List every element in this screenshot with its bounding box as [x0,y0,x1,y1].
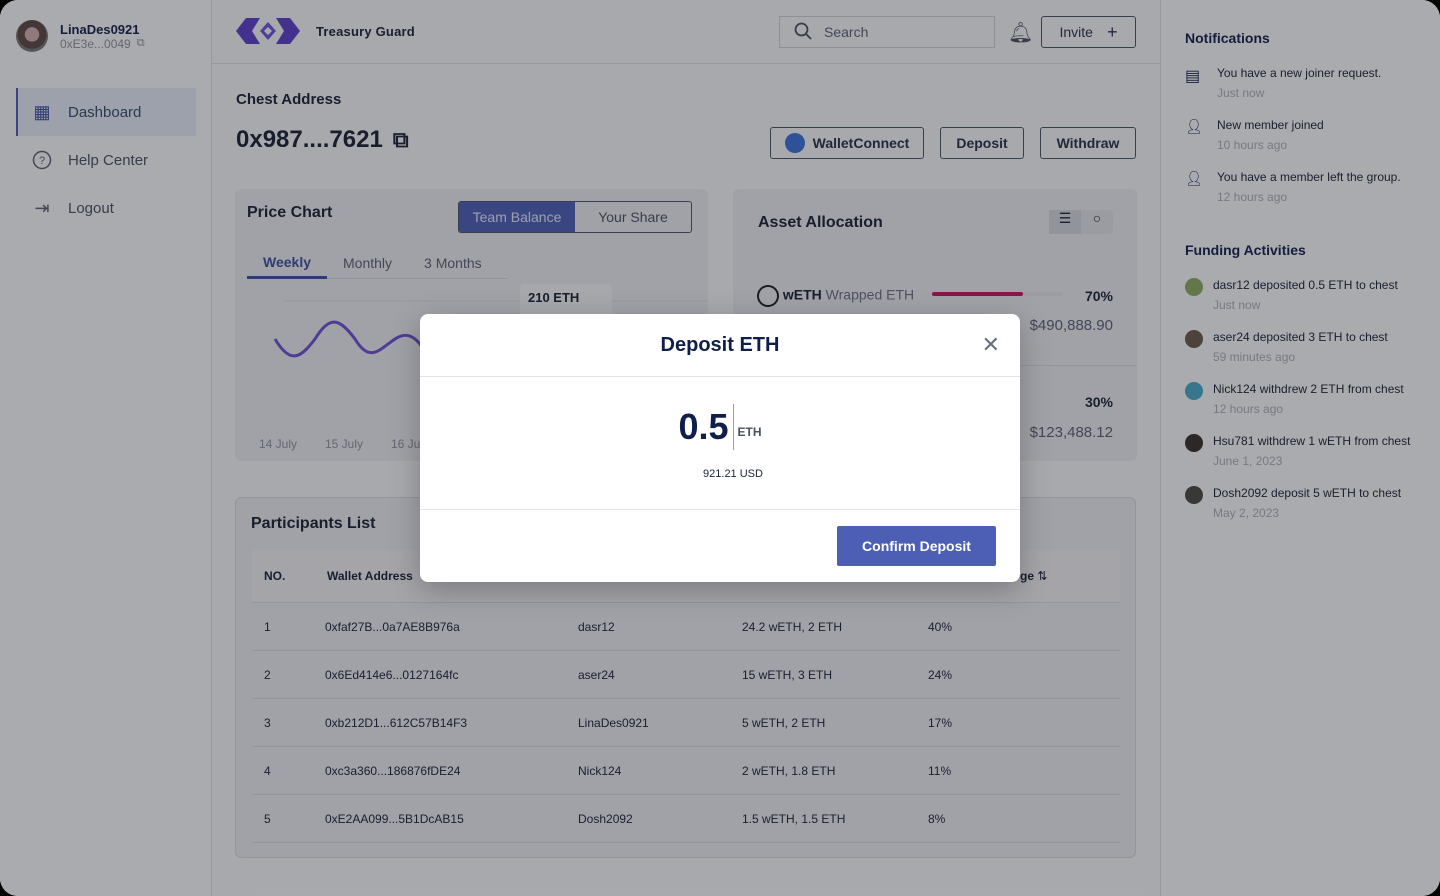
deposit-modal: Deposit ETH ✕ 0.5 ETH 921.21 USD Confirm … [420,314,1020,582]
app-window: LinaDes0921 0xE3e...0049 ⧉ ▦ Dashboard ? He… [0,0,1440,896]
modal-title: Deposit ETH [660,334,780,356]
usd-equivalent: 921.21 USD [703,468,763,480]
amount-unit: ETH [737,425,762,439]
amount-input[interactable]: 0.5 ETH [420,404,1020,450]
close-icon[interactable]: ✕ [982,332,1000,358]
amount-value: 0.5 [678,406,729,447]
confirm-deposit-button[interactable]: Confirm Deposit [837,526,996,566]
